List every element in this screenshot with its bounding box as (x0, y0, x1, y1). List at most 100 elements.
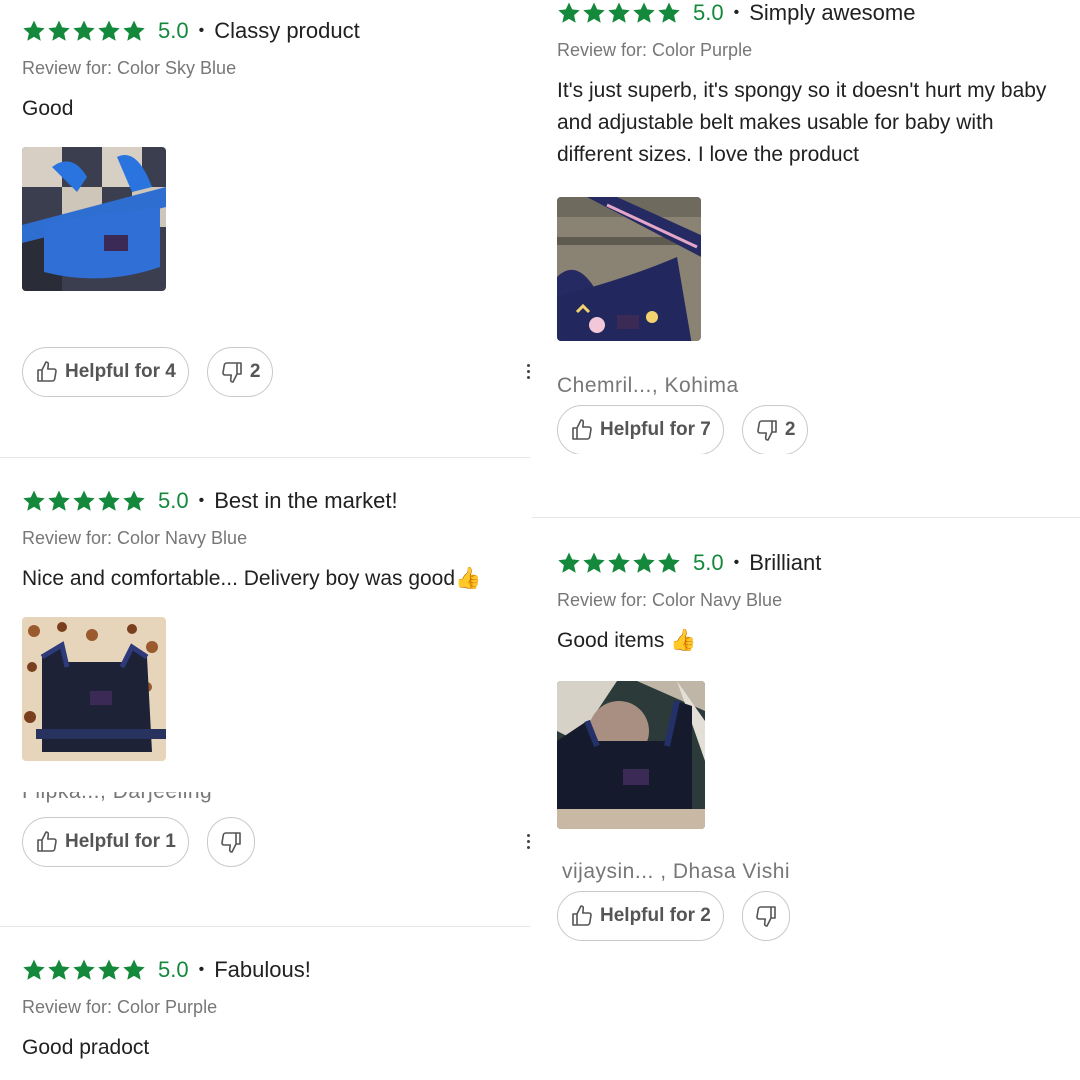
helpful-button[interactable]: Helpful for 4 (22, 347, 189, 397)
star-icon (48, 20, 70, 41)
star-icon (48, 490, 70, 511)
review-photo[interactable] (557, 681, 705, 829)
thumbs-down-icon (221, 832, 241, 853)
star-icon (98, 490, 120, 511)
star-icon (123, 959, 145, 980)
review-variant: Review for: Color Navy Blue (22, 528, 248, 548)
star-rating (22, 19, 146, 43)
star-icon (583, 2, 605, 23)
review-text: Good items 👍 (557, 629, 697, 652)
review-header: 5.0 • Simply awesome (557, 0, 1072, 28)
review-author: Flipka..., Darjeeling (22, 792, 212, 806)
helpful-count: Helpful for 1 (65, 831, 176, 852)
separator-dot: • (198, 961, 205, 978)
star-icon (73, 959, 95, 980)
star-icon (123, 20, 145, 41)
review-author: Chemril..., Kohima (557, 374, 739, 397)
star-rating (557, 1, 681, 25)
rating-value: 5.0 (693, 0, 724, 25)
helpful-count: Helpful for 4 (65, 361, 176, 382)
review-variant: Review for: Color Purple (22, 997, 218, 1017)
star-icon (608, 2, 630, 23)
star-icon (658, 2, 680, 23)
divider (0, 457, 530, 458)
star-icon (23, 959, 45, 980)
review-text: Good pradoct (22, 1036, 150, 1059)
rating-value: 5.0 (158, 18, 189, 43)
unhelpful-button[interactable]: 2 (206, 347, 274, 397)
divider (0, 926, 530, 927)
review-actions: Helpful for 7 2 (557, 405, 809, 454)
star-icon (123, 490, 145, 511)
thumbs-up-icon (572, 905, 592, 926)
helpful-count: Helpful for 7 (600, 419, 711, 440)
review-text: Nice and comfortable... Delivery boy was… (22, 567, 482, 590)
review-variant: Review for: Color Sky Blue (22, 58, 237, 78)
thumbs-up-icon (37, 831, 57, 852)
review-card: 5.0 • Best in the market! Review for: Co… (22, 486, 532, 761)
review-card: 5.0 • Brilliant Review for: Color Navy B… (557, 548, 1072, 829)
review-actions: Helpful for 2 (557, 891, 790, 941)
review-title: Classy product (214, 18, 360, 43)
star-icon (73, 490, 95, 511)
rating-value: 5.0 (158, 488, 189, 513)
review-author: vijaysin... , Dhasa Vishi (562, 860, 791, 883)
thumbs-down-icon (222, 362, 242, 383)
review-header: 5.0 • Classy product (22, 16, 522, 46)
helpful-button[interactable]: Helpful for 7 (557, 405, 724, 454)
thumbs-up-icon (572, 419, 592, 440)
separator-dot: • (198, 492, 205, 509)
review-title: Brilliant (749, 550, 822, 575)
unhelpful-button[interactable] (206, 817, 255, 867)
star-icon (23, 490, 45, 511)
unhelpful-button[interactable]: 2 (741, 405, 809, 454)
thumbs-up-icon (37, 361, 57, 382)
star-rating (557, 551, 681, 575)
review-header: 5.0 • Best in the market! (22, 486, 532, 516)
review-photo[interactable] (22, 147, 166, 291)
thumbs-down-icon (757, 420, 777, 441)
review-card: 5.0 • Simply awesome Review for: Color P… (557, 0, 1072, 341)
star-icon (583, 552, 605, 573)
divider (532, 517, 1080, 518)
star-icon (658, 552, 680, 573)
star-icon (98, 20, 120, 41)
star-icon (98, 959, 120, 980)
star-icon (48, 959, 70, 980)
review-text: It's just superb, it's spongy so it does… (557, 79, 1047, 166)
more-options-icon[interactable] (527, 364, 531, 382)
review-title: Simply awesome (749, 0, 916, 25)
review-actions: Helpful for 4 2 (22, 347, 274, 397)
star-rating (22, 958, 146, 982)
rating-value: 5.0 (693, 550, 724, 575)
separator-dot: • (733, 554, 740, 571)
more-options-icon[interactable] (527, 834, 531, 852)
review-photo[interactable] (22, 617, 166, 761)
star-icon (608, 552, 630, 573)
star-icon (558, 552, 580, 573)
unhelpful-count: 2 (249, 361, 261, 382)
star-icon (73, 20, 95, 41)
review-text: Good (22, 97, 74, 120)
star-icon (633, 2, 655, 23)
review-title: Best in the market! (214, 488, 398, 513)
star-icon (633, 552, 655, 573)
review-title: Fabulous! (214, 957, 311, 982)
rating-value: 5.0 (158, 957, 189, 982)
review-variant: Review for: Color Purple (557, 40, 753, 60)
review-variant: Review for: Color Navy Blue (557, 590, 783, 610)
review-photo[interactable] (557, 197, 701, 341)
helpful-button[interactable]: Helpful for 2 (557, 891, 724, 941)
helpful-count: Helpful for 2 (600, 905, 711, 926)
star-rating (22, 489, 146, 513)
unhelpful-button[interactable] (741, 891, 790, 941)
thumbs-down-icon (756, 906, 776, 927)
separator-dot: • (198, 22, 205, 39)
star-icon (558, 2, 580, 23)
review-header: 5.0 • Fabulous! (22, 955, 522, 985)
helpful-button[interactable]: Helpful for 1 (22, 817, 189, 867)
review-card: 5.0 • Fabulous! Review for: Color Purple… (22, 955, 522, 1064)
unhelpful-count: 2 (784, 419, 796, 440)
separator-dot: • (733, 4, 740, 21)
star-icon (23, 20, 45, 41)
